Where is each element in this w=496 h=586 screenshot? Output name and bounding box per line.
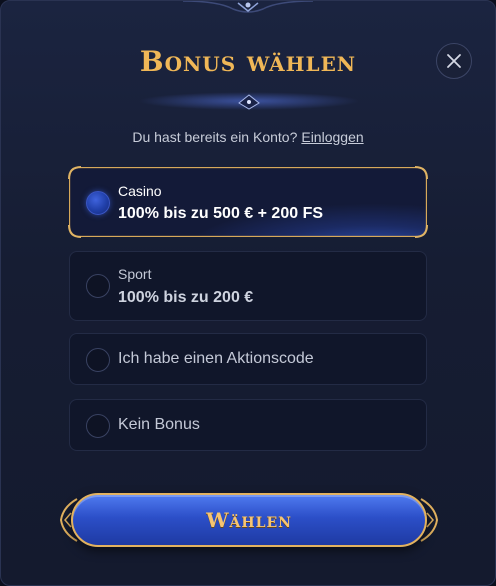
login-prompt-line: Du hast bereits ein Konto? Einloggen (1, 129, 495, 145)
choose-bonus-button[interactable]: Wählen (71, 493, 427, 547)
bonus-option-casino[interactable]: Casino 100% bis zu 500 € + 200 FS (68, 166, 428, 238)
option-category-label: Sport (118, 266, 152, 282)
option-category-label: Casino (118, 183, 162, 199)
choose-bonus-button-label: Wählen (206, 508, 292, 532)
bonus-modal: Bonus wählen Du hast bereits ein Konto? E… (0, 0, 496, 586)
radio-promo-code[interactable] (86, 348, 110, 372)
option-label: Ich habe einen Aktionscode (118, 350, 314, 367)
corner-ornament-icon (414, 224, 428, 238)
radio-casino[interactable] (86, 191, 110, 215)
close-icon (447, 54, 461, 68)
modal-title: Bonus wählen (139, 45, 357, 78)
close-button[interactable] (436, 43, 472, 79)
corner-ornament-icon (414, 166, 428, 180)
radio-no-bonus[interactable] (86, 414, 110, 438)
login-prompt-text: Du hast bereits ein Konto? (132, 129, 298, 145)
top-ornament-icon (183, 1, 313, 13)
title-divider-ornament-icon (81, 92, 417, 110)
login-link[interactable]: Einloggen (301, 129, 363, 145)
corner-ornament-icon (68, 224, 82, 238)
bonus-option-none[interactable]: Kein Bonus (69, 399, 427, 451)
corner-ornament-icon (68, 166, 82, 180)
option-offer-text: 100% bis zu 200 € (118, 289, 254, 306)
bonus-option-promo-code[interactable]: Ich habe einen Aktionscode (69, 333, 427, 385)
bonus-option-sport[interactable]: Sport 100% bis zu 200 € (69, 251, 427, 321)
option-offer-text: 100% bis zu 500 € + 200 FS (118, 205, 324, 222)
radio-sport[interactable] (86, 274, 110, 298)
option-label: Kein Bonus (118, 416, 200, 433)
